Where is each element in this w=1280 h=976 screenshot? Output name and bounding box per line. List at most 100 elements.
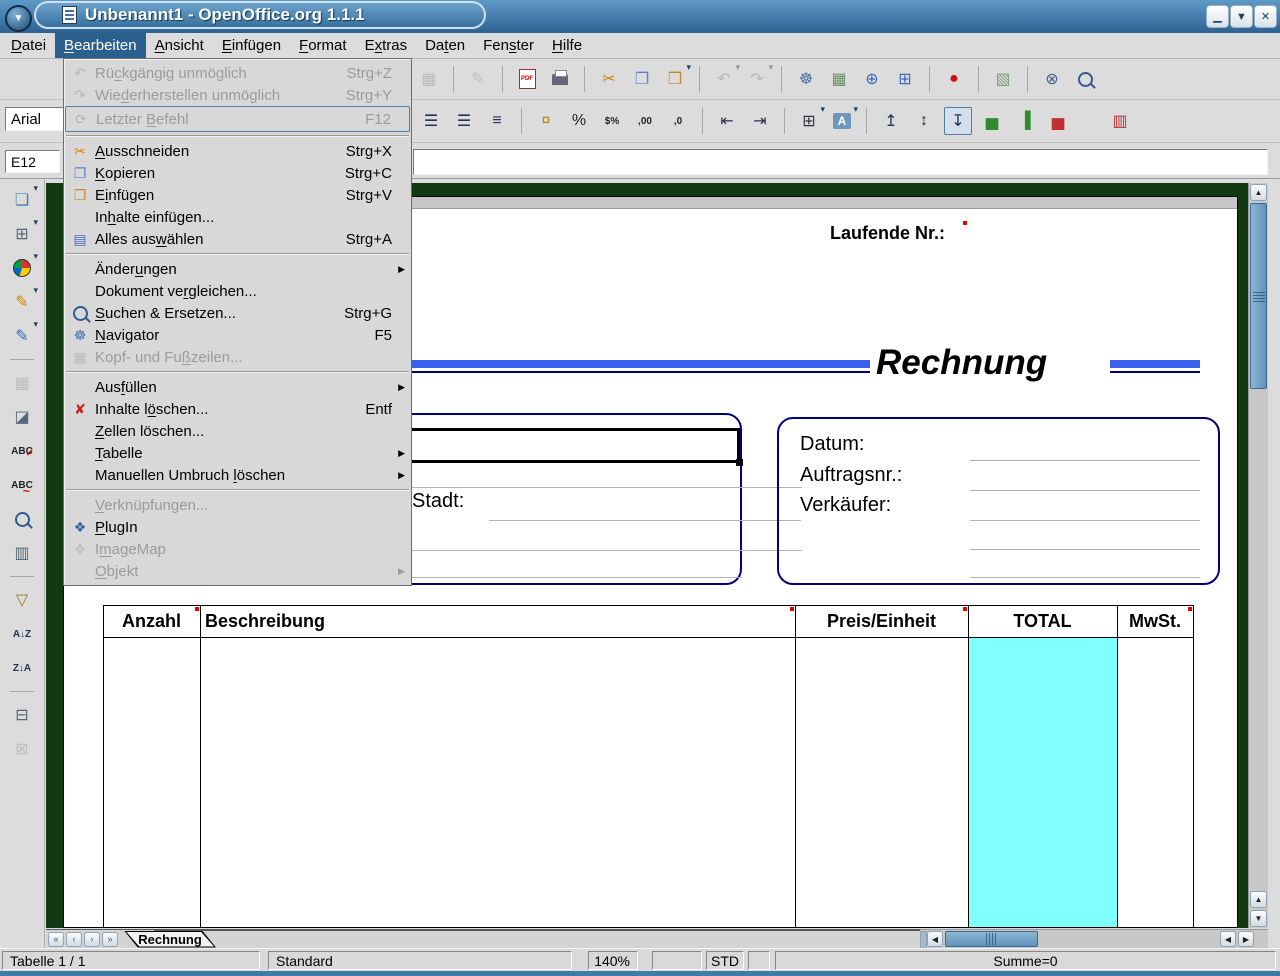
menu-item-wiederherstellen-unmöglich[interactable]: ↷Wiederherstellen unmöglichStrg+Y: [65, 84, 410, 106]
menu-datei[interactable]: Datei: [2, 33, 55, 58]
menu-item-ausfüllen[interactable]: Ausfüllen▶: [65, 376, 410, 398]
table-header-anzahl[interactable]: Anzahl: [105, 607, 198, 635]
horizontal-scrollbar[interactable]: ◀ ◀ ▶: [920, 929, 1268, 948]
insert-chart-button[interactable]: [9, 255, 35, 281]
print-button[interactable]: [547, 66, 573, 92]
close-button[interactable]: ✕: [1254, 5, 1277, 28]
align-top-button[interactable]: ↥: [878, 108, 904, 134]
menu-item-tabelle[interactable]: Tabelle▶: [65, 442, 410, 464]
last-sheet-icon[interactable]: »: [102, 932, 118, 947]
scroll-left2-icon[interactable]: ◀: [1220, 931, 1236, 947]
draw-functions-button[interactable]: ✎: [9, 289, 35, 315]
menu-item-plugin[interactable]: ❖PlugIn: [65, 516, 410, 538]
menu-ansicht[interactable]: Ansicht: [146, 33, 213, 58]
horizontal-scroll-thumb[interactable]: [945, 931, 1038, 947]
menu-hilfe[interactable]: Hilfe: [543, 33, 591, 58]
form-controls-button[interactable]: ✎: [9, 323, 35, 349]
table-header-mwst[interactable]: MwSt.: [1119, 607, 1191, 635]
edit-file-button[interactable]: ✎: [465, 66, 491, 92]
percent-button[interactable]: %: [566, 108, 592, 134]
scroll-up-icon[interactable]: ▲: [1250, 184, 1267, 201]
freeze-button[interactable]: ▥: [1107, 108, 1133, 134]
menu-item-änderungen[interactable]: Änderungen▶: [65, 258, 410, 280]
pdf-button[interactable]: PDF: [514, 66, 540, 92]
ungroup-button[interactable]: ⊠: [9, 736, 35, 762]
hyperlink-button[interactable]: ⊕: [859, 66, 885, 92]
paste-button[interactable]: ❒: [662, 66, 688, 92]
sort-descending-button[interactable]: Z↓A: [9, 655, 35, 681]
menu-fenster[interactable]: Fenster: [474, 33, 543, 58]
auto-spellcheck-button[interactable]: ABC: [9, 472, 35, 498]
scroll-left-icon[interactable]: ◀: [927, 931, 943, 947]
align-bottom-button[interactable]: ↧: [944, 107, 972, 135]
next-sheet-icon[interactable]: ›: [84, 932, 100, 947]
scroll-right-icon[interactable]: ▶: [1238, 931, 1254, 947]
stop-button[interactable]: ⊗: [1039, 66, 1065, 92]
increase-indent-button[interactable]: ⇥: [747, 108, 773, 134]
menu-item-inhalte-löschen[interactable]: ✘Inhalte löschen...Entf: [65, 398, 410, 420]
menu-item-ausschneiden[interactable]: ✂AusschneidenStrg+X: [65, 140, 410, 162]
vertical-scrollbar[interactable]: ▲ ▲ ▼: [1248, 183, 1268, 928]
menu-item-kopieren[interactable]: ❐KopierenStrg+C: [65, 162, 410, 184]
zoom-button[interactable]: ⊞: [892, 66, 918, 92]
record-button[interactable]: ●: [941, 66, 967, 92]
scroll-down-icon[interactable]: ▼: [1250, 910, 1267, 927]
menu-item-kopf-und-fußzeilen[interactable]: ▦Kopf- und Fußzeilen...: [65, 346, 410, 368]
menu-item-einfügen[interactable]: ❒EinfügenStrg+V: [65, 184, 410, 206]
menu-item-letzter-befehl[interactable]: ⟳Letzter BefehlF12: [65, 106, 410, 132]
status-insert-mode[interactable]: [652, 951, 702, 970]
autoformat-button[interactable]: ◪: [9, 404, 35, 430]
sheet-tab-rechnung[interactable]: Rechnung: [124, 931, 216, 948]
autofilter-button[interactable]: ▽: [9, 587, 35, 613]
insert-cells-button[interactable]: ⊞: [9, 221, 35, 247]
add-decimal-button[interactable]: ,00: [632, 108, 658, 134]
decrease-indent-button[interactable]: ⇤: [714, 108, 740, 134]
insert-object-button[interactable]: ❏: [9, 187, 35, 213]
selection-handle[interactable]: [736, 459, 743, 466]
status-sheet-indicator[interactable]: Tabelle 1 / 1: [2, 951, 260, 970]
table-header-total[interactable]: TOTAL: [970, 607, 1115, 635]
menu-item-alles-auswählen[interactable]: ▤Alles auswählenStrg+A: [65, 228, 410, 250]
menu-item-suchen-ersetzen[interactable]: Suchen & Ersetzen...Strg+G: [65, 302, 410, 324]
previous-sheet-icon[interactable]: ‹: [66, 932, 82, 947]
justify-button[interactable]: ≡: [484, 108, 510, 134]
insert-row-button[interactable]: ▅: [979, 108, 1005, 134]
sort-ascending-button[interactable]: A↓Z: [9, 621, 35, 647]
menu-item-objekt[interactable]: Objekt▶: [65, 560, 410, 582]
table-header-beschreibung[interactable]: Beschreibung: [202, 607, 793, 635]
font-background-button[interactable]: A: [829, 108, 855, 134]
menu-item-navigator[interactable]: ☸NavigatorF5: [65, 324, 410, 346]
status-zoom-level[interactable]: 140%: [588, 951, 638, 970]
menu-item-inhalte-einfügen[interactable]: Inhalte einfügen...: [65, 206, 410, 228]
menu-extras[interactable]: Extras: [356, 33, 417, 58]
menu-item-dokument-vergleichen[interactable]: Dokument vergleichen...: [65, 280, 410, 302]
page-preview-button[interactable]: [1072, 66, 1098, 92]
insert-fields-button[interactable]: ▦: [9, 370, 35, 396]
standard-format-button[interactable]: $%: [599, 108, 625, 134]
image-button[interactable]: ▧: [990, 66, 1016, 92]
menu-format[interactable]: Format: [290, 33, 356, 58]
undo-button[interactable]: ↶: [711, 66, 737, 92]
menu-item-rückgängig-unmöglich[interactable]: ↶Rückgängig unmöglichStrg+Z: [65, 62, 410, 84]
window-menu-button[interactable]: ▼: [5, 5, 32, 32]
align-center-button[interactable]: ☰: [418, 108, 444, 134]
copy-button[interactable]: ❐: [629, 66, 655, 92]
title-bar[interactable]: ▼ Unbenannt1 - OpenOffice.org 1.1.1 ▁ ▼ …: [0, 0, 1280, 34]
cell-reference-box[interactable]: E12: [5, 150, 60, 173]
menu-item-verknüpfungen[interactable]: Verknüpfungen...: [65, 494, 410, 516]
minimize-button[interactable]: ▁: [1206, 5, 1229, 28]
redo-button[interactable]: ↷: [744, 66, 770, 92]
remove-decimal-button[interactable]: ,0: [665, 108, 691, 134]
currency-button[interactable]: ¤: [533, 108, 559, 134]
menu-item-imagemap[interactable]: ❖ImageMap: [65, 538, 410, 560]
save-button[interactable]: ▦: [416, 66, 442, 92]
status-doc-modified[interactable]: [748, 951, 770, 970]
spellcheck-button[interactable]: ABC: [9, 438, 35, 464]
gallery-button[interactable]: ▦: [826, 66, 852, 92]
menu-item-zellen-löschen[interactable]: Zellen löschen...: [65, 420, 410, 442]
find-button[interactable]: [9, 506, 35, 532]
menu-einfgen[interactable]: Einfügen: [213, 33, 290, 58]
menu-item-manuellen-umbruch-löschen[interactable]: Manuellen Umbruch löschen▶: [65, 464, 410, 486]
split-handle[interactable]: [920, 931, 927, 949]
status-sum-display[interactable]: Summe=0: [775, 951, 1276, 970]
